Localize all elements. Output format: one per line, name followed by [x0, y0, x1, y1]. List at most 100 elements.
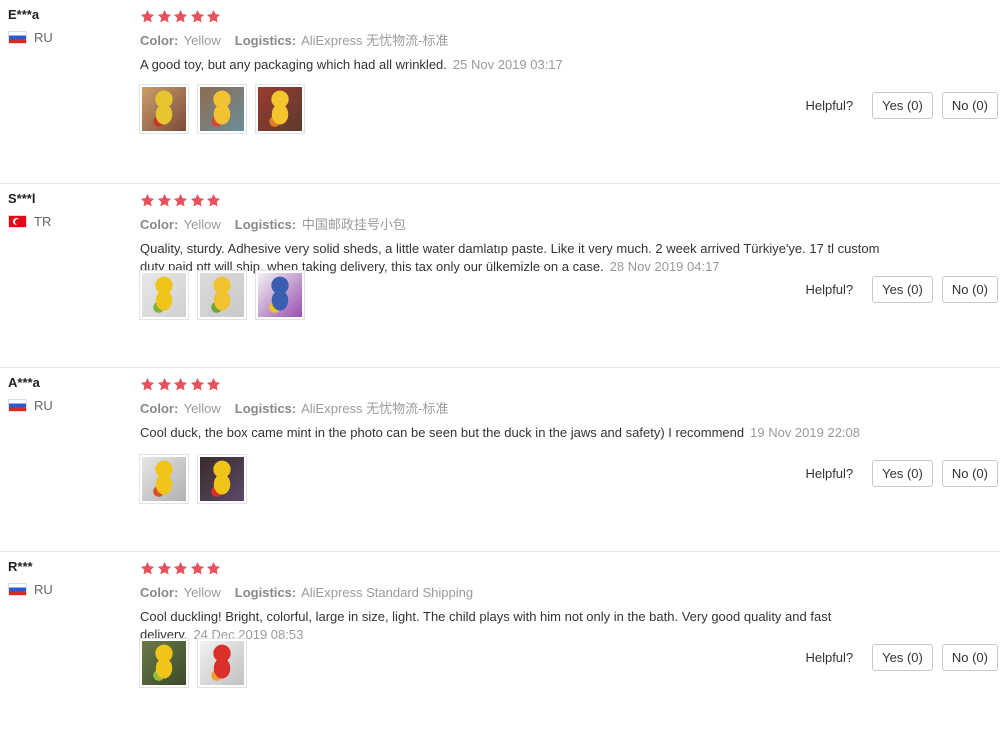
star-icon: [157, 377, 171, 390]
helpful-yes-button[interactable]: Yes (0): [872, 644, 933, 671]
star-icon: [206, 377, 221, 390]
color-value: Yellow: [183, 585, 221, 600]
reviewer-info: A***a RU: [8, 374, 128, 413]
reviewer-name: S***l: [8, 191, 36, 206]
star-icon: [206, 193, 221, 206]
review-meta: Color: Yellow Logistics: 中国邮政挂号小包: [140, 216, 900, 234]
review-meta: Color: Yellow Logistics: AliExpress Stand…: [140, 584, 900, 602]
review-photo-thumbnail[interactable]: [139, 638, 189, 688]
helpful-yes-button[interactable]: Yes (0): [872, 276, 933, 303]
photo-duck-on-table: [142, 273, 186, 317]
review-photo-thumbnail[interactable]: [197, 270, 247, 320]
logistics-label: Logistics:: [234, 401, 297, 416]
review-photo-thumbnail[interactable]: [139, 454, 189, 504]
review-item: S***l TR Color: Yellow Logistics: 中国邮政挂号小包 Q…: [0, 184, 1000, 368]
review-body: Color: Yellow Logistics: AliExpress 无忧物流-…: [140, 6, 900, 74]
star-icon: [206, 561, 221, 574]
reviewer-country: RU: [8, 30, 128, 45]
helpful-yes-button[interactable]: Yes (0): [872, 460, 933, 487]
star-icon: [140, 193, 155, 206]
helpful-voting: Helpful? Yes (0) No (0): [805, 276, 998, 303]
star-icon: [157, 9, 171, 22]
review-photos: [139, 270, 313, 320]
review-item: A***a RU Color: Yellow Logistics: AliExpres…: [0, 368, 1000, 552]
helpful-label: Helpful?: [805, 98, 854, 113]
star-icon: [206, 9, 221, 22]
russia-flag-icon: [8, 583, 27, 596]
review-date: 25 Nov 2019 03:17: [452, 57, 563, 72]
helpful-no-button[interactable]: No (0): [941, 644, 998, 671]
review-content: Cool duck, the box came mint in the phot…: [140, 425, 745, 440]
country-code: RU: [34, 30, 53, 45]
logistics-value: 中国邮政挂号小包: [301, 217, 406, 232]
photo-duck-box: [258, 273, 302, 317]
star-icon: [190, 377, 204, 390]
color-label: Color:: [140, 401, 179, 416]
review-photo-thumbnail[interactable]: [139, 270, 189, 320]
star-icon: [173, 9, 188, 22]
review-photos: [139, 638, 255, 688]
photo-duck-side: [200, 273, 244, 317]
review-photo-thumbnail[interactable]: [139, 84, 189, 134]
review-photo-thumbnail[interactable]: [197, 638, 247, 688]
photo-duck-in-hand: [200, 457, 244, 501]
logistics-label: Logistics:: [234, 217, 297, 232]
review-item: R*** RU Color: Yellow Logistics: AliExpress…: [0, 552, 1000, 736]
star-icon: [173, 377, 188, 390]
photo-duck-green-bg: [142, 641, 186, 685]
photo-packaged-duck-3: [258, 87, 302, 131]
russia-flag-icon: [8, 399, 27, 412]
review-photo-thumbnail[interactable]: [197, 84, 247, 134]
logistics-label: Logistics:: [234, 585, 297, 600]
star-rating: [140, 6, 900, 26]
star-icon: [190, 561, 204, 574]
review-photo-thumbnail[interactable]: [255, 84, 305, 134]
star-rating: [140, 190, 900, 210]
review-item: E***a RU Color: Yellow Logistics: AliExpres…: [0, 0, 1000, 184]
helpful-voting: Helpful? Yes (0) No (0): [805, 644, 998, 671]
review-photos: [139, 454, 255, 504]
review-meta: Color: Yellow Logistics: AliExpress 无忧物流-…: [140, 32, 900, 50]
helpful-label: Helpful?: [805, 650, 854, 665]
star-rating: [140, 558, 900, 578]
helpful-yes-button[interactable]: Yes (0): [872, 92, 933, 119]
star-icon: [190, 193, 204, 206]
photo-duck-red: [200, 641, 244, 685]
reviewer-country: TR: [8, 214, 128, 229]
review-text: A good toy, but any packaging which had …: [140, 56, 900, 74]
review-photo-thumbnail[interactable]: [197, 454, 247, 504]
star-rating: [140, 374, 900, 394]
color-label: Color:: [140, 33, 179, 48]
russia-flag-icon: [8, 31, 27, 44]
reviewer-name: E***a: [8, 7, 40, 22]
color-label: Color:: [140, 585, 179, 600]
star-icon: [157, 561, 171, 574]
star-icon: [157, 193, 171, 206]
country-code: RU: [34, 582, 53, 597]
review-photo-thumbnail[interactable]: [255, 270, 305, 320]
country-code: RU: [34, 398, 53, 413]
helpful-no-button[interactable]: No (0): [941, 92, 998, 119]
review-date: 28 Nov 2019 04:17: [609, 259, 720, 274]
photo-packaged-duck-2: [200, 87, 244, 131]
logistics-value: AliExpress 无忧物流-标准: [301, 33, 449, 48]
reviewer-country: RU: [8, 582, 128, 597]
reviewer-info: S***l TR: [8, 190, 128, 229]
star-icon: [190, 9, 204, 22]
star-icon: [140, 377, 155, 390]
helpful-no-button[interactable]: No (0): [941, 276, 998, 303]
turkey-flag-icon: [8, 215, 27, 228]
helpful-label: Helpful?: [805, 466, 854, 481]
logistics-value: AliExpress 无忧物流-标准: [301, 401, 449, 416]
star-icon: [173, 561, 188, 574]
review-photos: [139, 84, 313, 134]
reviewer-name: R***: [8, 559, 33, 574]
review-meta: Color: Yellow Logistics: AliExpress 无忧物流-…: [140, 400, 900, 418]
helpful-voting: Helpful? Yes (0) No (0): [805, 460, 998, 487]
review-body: Color: Yellow Logistics: 中国邮政挂号小包 Quality,…: [140, 190, 900, 276]
reviewer-info: R*** RU: [8, 558, 128, 597]
helpful-no-button[interactable]: No (0): [941, 460, 998, 487]
color-label: Color:: [140, 217, 179, 232]
review-date: 19 Nov 2019 22:08: [750, 425, 860, 440]
review-list: E***a RU Color: Yellow Logistics: AliExpres…: [0, 0, 1000, 736]
